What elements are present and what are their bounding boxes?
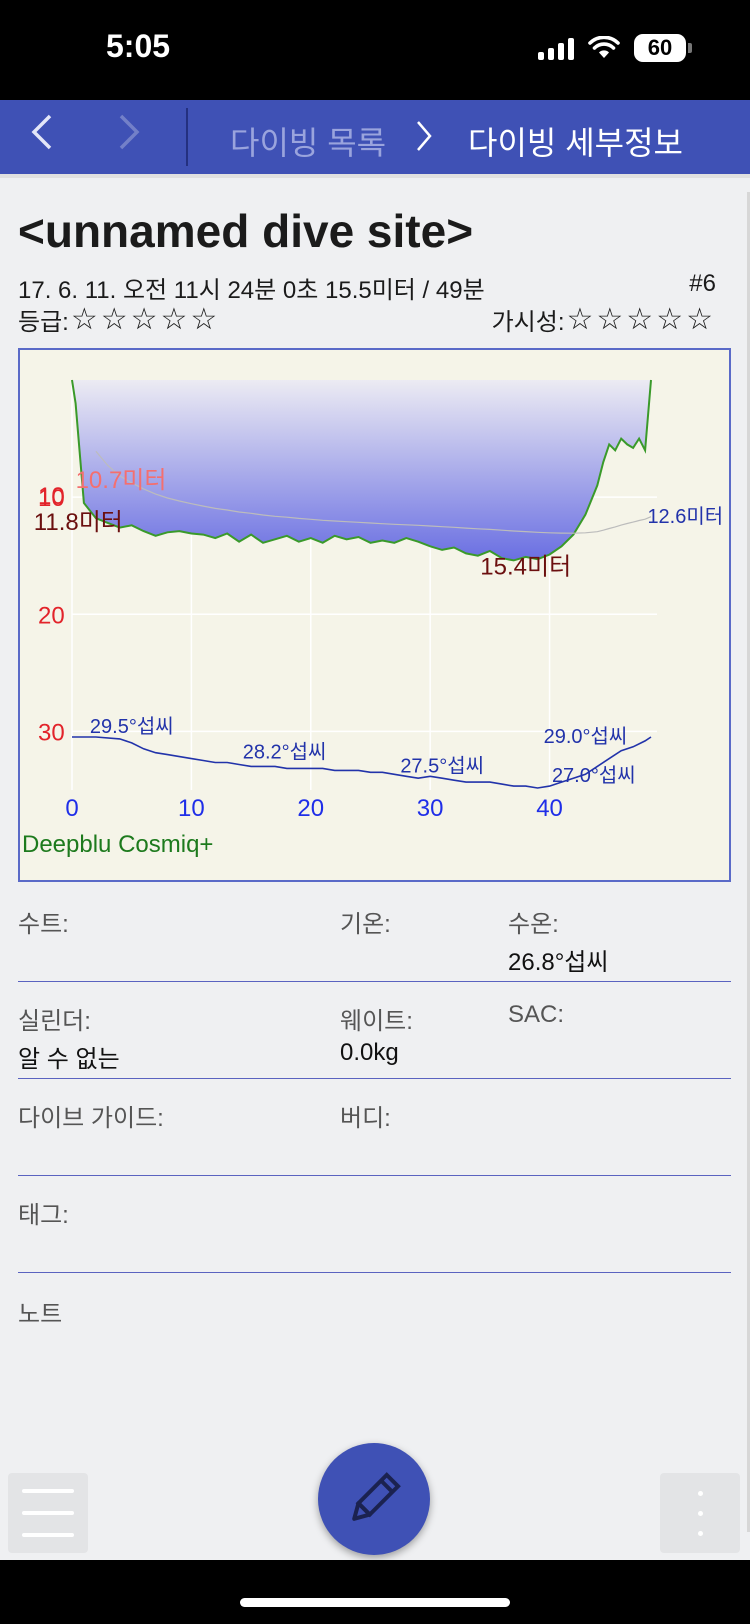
dive-computer-label: Deepblu Cosmiq+ xyxy=(22,831,213,858)
depth-label: 11.8미터 xyxy=(34,509,123,536)
temperature-label: 27.0°섭씨 xyxy=(552,764,636,787)
temperature-label: 28.2°섭씨 xyxy=(243,741,327,764)
rating-label: 등급: xyxy=(18,309,69,336)
more-options-button[interactable] xyxy=(660,1473,740,1553)
depth-axis-tick: 20 xyxy=(38,602,65,629)
air-temp-label: 기온: xyxy=(340,911,391,938)
hamburger-menu-icon-bar xyxy=(22,1533,74,1537)
dive-profile-chart[interactable]: 0 10 20 30 40 10 20 30 10.7미터 11.8미터 15.4미터 12.6미터 2… xyxy=(18,348,731,882)
visibility-label: 가시성: xyxy=(491,309,565,336)
depth-label: 12.6미터 xyxy=(647,505,723,528)
cellular-signal-icon xyxy=(538,36,574,60)
visibility-row: 가시성: ☆☆☆☆☆ xyxy=(492,302,716,337)
dive-profile-svg: 0 10 20 30 40 10 20 30 10.7미터 11.8미터 15.4미터 12.6미터 2… xyxy=(22,379,723,858)
depth-axis-tick: 30 xyxy=(38,719,65,746)
notes-label: 노트 xyxy=(18,1301,63,1328)
depth-label: 10.7미터 xyxy=(76,467,167,494)
edit-dive-button[interactable] xyxy=(318,1443,430,1555)
status-time: 5:05 xyxy=(106,28,171,64)
depth-tick-ceiling: 10 xyxy=(38,483,65,510)
nav-bar: 다이빙 목록 다이빙 세부정보 xyxy=(0,100,750,174)
menu-button[interactable] xyxy=(8,1473,88,1553)
chevron-left-icon xyxy=(31,114,52,150)
suit-label: 수트: xyxy=(18,911,69,938)
battery-icon: 60 xyxy=(634,34,692,62)
time-axis-tick: 40 xyxy=(536,795,563,822)
dive-number: #6 xyxy=(689,270,716,297)
hamburger-menu-icon-bar xyxy=(22,1511,74,1515)
breadcrumb-dive-list[interactable]: 다이빙 목록 xyxy=(230,118,386,164)
status-bar: 5:05 60 xyxy=(0,0,750,100)
nav-divider xyxy=(186,108,188,166)
dive-site-title: <unnamed dive site> xyxy=(18,205,474,257)
time-axis-tick: 20 xyxy=(297,795,324,822)
home-bar-area xyxy=(0,1560,750,1624)
water-temp-label: 수온: xyxy=(508,911,559,938)
rating-row: 등급: ☆☆☆☆☆ xyxy=(18,302,220,337)
hamburger-menu-icon xyxy=(22,1489,74,1493)
time-axis-tick: 0 xyxy=(65,795,78,822)
back-button[interactable] xyxy=(18,112,68,162)
visibility-stars[interactable]: ☆☆☆☆☆ xyxy=(567,302,716,337)
buddy-label: 버디: xyxy=(340,1105,391,1132)
pencil-icon xyxy=(352,1472,401,1521)
more-vertical-icon-dot xyxy=(698,1531,703,1536)
status-icons: 60 xyxy=(538,34,692,62)
chevron-right-icon xyxy=(119,114,140,150)
more-vertical-icon-dot xyxy=(698,1511,703,1516)
battery-level: 60 xyxy=(647,35,673,60)
details-row-guide-buddy: 다이브 가이드: 버디: xyxy=(18,1094,731,1176)
weight-label: 웨이트: xyxy=(340,1008,413,1035)
wifi-icon xyxy=(588,36,620,58)
details-row-suit-temps: 수트: 기온: 수온: 26.8°섭씨 xyxy=(18,900,731,982)
breadcrumb-separator xyxy=(412,114,436,163)
breadcrumb-dive-detail: 다이빙 세부정보 xyxy=(468,125,683,161)
temperature-label: 27.5°섭씨 xyxy=(400,754,484,777)
depth-label: 15.4미터 xyxy=(480,553,571,580)
temperature-label: 29.5°섭씨 xyxy=(90,715,174,738)
details-row-tags: 태그: xyxy=(18,1191,731,1273)
dive-date-depth-duration: 17. 6. 11. 오전 11시 24분 0초 15.5미터 / 49분 xyxy=(18,277,485,304)
more-vertical-icon xyxy=(698,1491,703,1496)
dive-guide-label: 다이브 가이드: xyxy=(18,1105,164,1132)
forward-button[interactable] xyxy=(103,112,153,162)
breadcrumb-chevron-icon xyxy=(417,121,432,151)
home-indicator xyxy=(240,1598,510,1607)
temperature-label: 29.0°섭씨 xyxy=(544,725,628,748)
weight-value: 0.0kg xyxy=(340,1039,399,1066)
time-axis-tick: 10 xyxy=(178,795,205,822)
tags-label: 태그: xyxy=(18,1202,69,1229)
cylinder-label: 실린더: xyxy=(18,1008,91,1035)
sac-label: SAC: xyxy=(508,1001,565,1028)
cylinder-value: 알 수 없는 xyxy=(18,1046,120,1073)
water-temp-value: 26.8°섭씨 xyxy=(508,949,609,976)
rating-stars[interactable]: ☆☆☆☆☆ xyxy=(71,302,220,337)
details-row-cylinder: 실린더: 알 수 없는 웨이트: 0.0kg SAC: xyxy=(18,997,731,1079)
time-axis-tick: 30 xyxy=(417,795,444,822)
